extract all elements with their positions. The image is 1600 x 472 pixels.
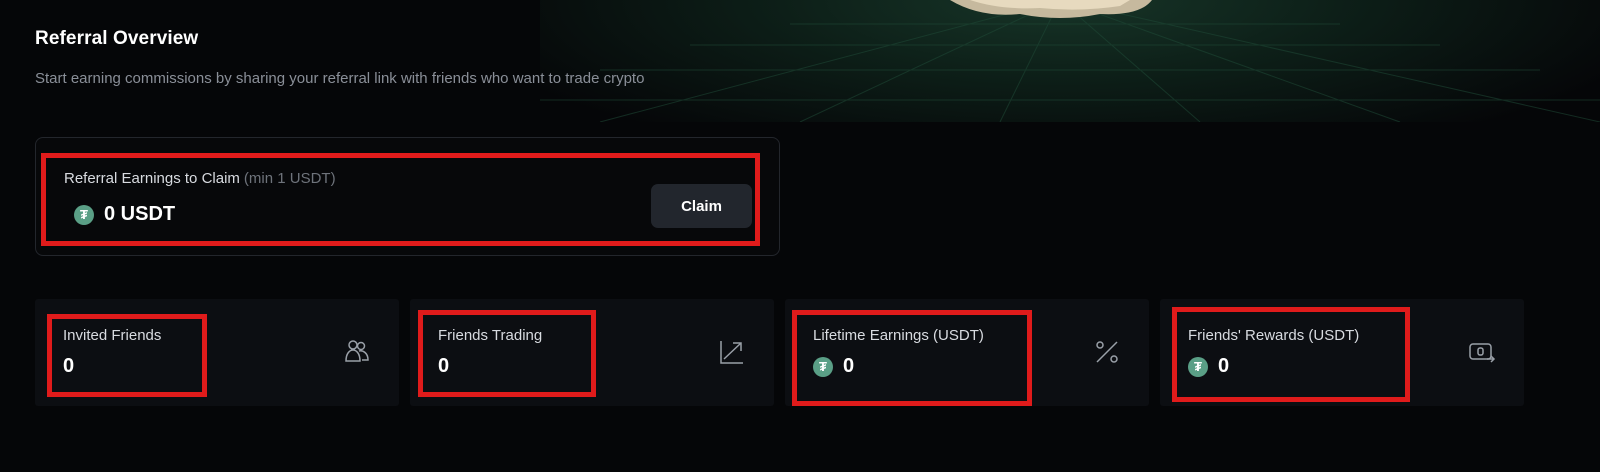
stat-label: Invited Friends xyxy=(63,327,162,344)
stat-value: 0 xyxy=(63,355,75,377)
stat-value-row: ₮ 0 xyxy=(1188,355,1229,378)
stat-label: Lifetime Earnings (USDT) xyxy=(813,327,984,344)
tether-icon: ₮ xyxy=(74,204,94,225)
stat-value: 0 xyxy=(843,355,855,377)
stat-card-friends-rewards: Friends' Rewards (USDT) ₮ 0 xyxy=(1160,299,1524,406)
stat-label: Friends Trading xyxy=(438,327,543,344)
stat-card-friends-trading: Friends Trading 0 xyxy=(410,299,774,406)
claim-label-row: Referral Earnings to Claim (min 1 USDT) xyxy=(64,170,336,187)
claim-card: Referral Earnings to Claim (min 1 USDT) ₮… xyxy=(35,137,780,256)
stat-value: 0 xyxy=(1218,355,1230,377)
stat-label: Friends' Rewards (USDT) xyxy=(1188,327,1360,344)
friends-icon xyxy=(345,340,369,362)
stat-value-row: ₮ 0 xyxy=(813,355,854,378)
stat-card-invited-friends: Invited Friends 0 xyxy=(35,299,399,406)
hero-background xyxy=(540,0,1600,122)
stat-value-row: 0 xyxy=(438,355,449,378)
claim-label: Referral Earnings to Claim xyxy=(64,170,240,187)
claim-amount-row: ₮ 0 USDT xyxy=(74,203,175,226)
page-subtitle: Start earning commissions by sharing you… xyxy=(35,70,645,87)
claim-min-note: (min 1 USDT) xyxy=(243,170,336,187)
stat-value-row: 0 xyxy=(63,355,74,378)
tether-icon: ₮ xyxy=(1188,356,1208,377)
claim-amount: 0 USDT xyxy=(104,203,176,225)
tether-icon: ₮ xyxy=(813,356,833,377)
claim-button[interactable]: Claim xyxy=(651,184,752,228)
percent-icon xyxy=(1096,341,1118,363)
stat-card-lifetime-earnings: Lifetime Earnings (USDT) ₮ 0 xyxy=(785,299,1149,406)
wallet-transfer-icon xyxy=(1469,343,1496,363)
stat-value: 0 xyxy=(438,355,450,377)
page-title: Referral Overview xyxy=(35,28,199,49)
trend-arrow-icon xyxy=(720,341,743,364)
